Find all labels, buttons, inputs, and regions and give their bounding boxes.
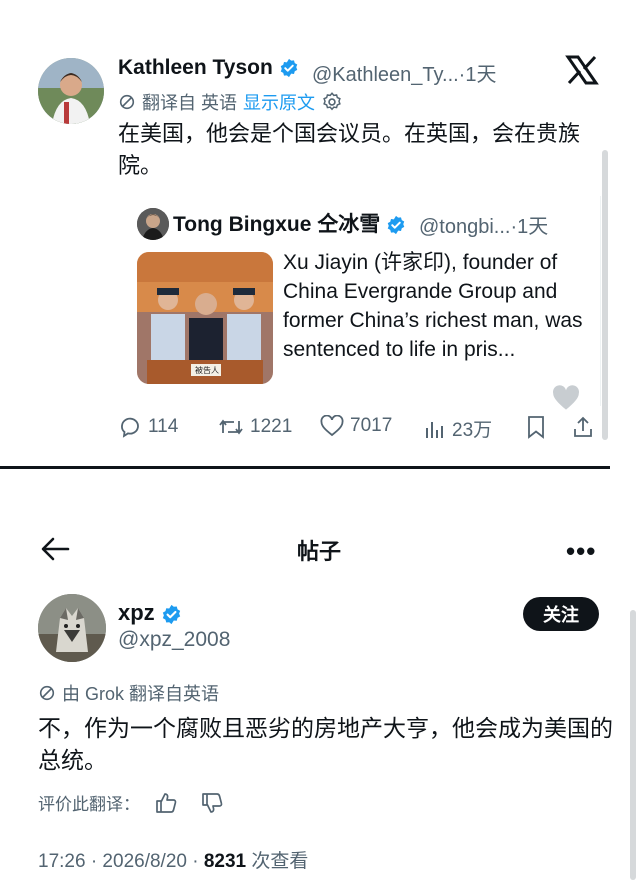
translate-label: 翻译自 英语 [142,93,238,113]
post-author-name-text: xpz [118,600,155,625]
share-button[interactable] [572,415,594,439]
post-author-handle: @xpz_2008 [118,628,231,651]
grok-translation-row: 由 Grok 翻译自英语 [38,680,219,706]
quote-author-name-text: Tong Bingxue 仝冰雪 [173,213,381,236]
quote-photo[interactable]: 被告人 [137,252,273,384]
quote-verified-badge-icon [387,216,405,235]
page-scrollbar-thumb[interactable] [630,610,636,880]
post-author-avatar[interactable] [38,594,106,662]
heart-icon [320,415,344,437]
post-text: 不，作为一个腐败且恶劣的房地产大亨，他会成为美国的总统。 [38,715,613,773]
repost-button[interactable]: 1221 [218,415,292,439]
quoted-tweet-screenshot: Kathleen Tyson @Kathleen_Ty...·1天 翻译自 英语… [0,0,610,469]
translate-icon [119,94,135,110]
bookmark-icon [528,416,544,439]
x-logo-icon[interactable] [565,55,599,85]
more-options-button[interactable]: ••• [566,536,596,567]
rate-label: 评价此翻译： [38,795,140,814]
repost-icon [219,419,243,435]
tweet-text: 在美国，他会是个国会议员。在英国，会在贵族院。 [118,121,581,178]
rate-translation-row: 评价此翻译： [38,790,224,815]
action-bar: 114 1221 7017 23万 [118,415,608,451]
post-author-name[interactable]: xpz [118,600,182,626]
post-timestamp: 17:26 · 2026/8/20 · [38,851,204,872]
views-button[interactable]: 23万 [424,415,492,442]
share-icon [574,416,592,437]
views-count: 23万 [452,420,493,441]
author-name-text: Kathleen Tyson [118,56,273,79]
verified-badge-icon [280,59,297,78]
show-original-link[interactable]: 显示原文 [243,89,315,115]
quote-text: Xu Jiayin (许家印), founder of China Evergr… [283,251,583,361]
scrollbar-gap [602,60,608,155]
defendant-sign-text: 被告人 [195,366,219,375]
translate-icon [39,685,55,701]
repost-count: 1221 [250,416,293,437]
thumbs-up-icon[interactable] [154,791,178,815]
thumbs-down-icon[interactable] [200,791,224,815]
follow-button[interactable]: 关注 [523,597,599,631]
view-count: 8231 [203,851,247,872]
reply-button[interactable]: 114 [118,415,178,439]
scrollbar-thumb[interactable] [602,150,608,440]
quoted-tweet-card[interactable]: Tong Bingxue 仝冰雪 @tongbi...·1天 被告人 Xu Ji… [125,196,601,406]
page-title: 帖子 [296,539,341,564]
quote-author-handle-time: @tongbi...·1天 [419,216,549,238]
author-handle-time: @Kathleen_Ty...·1天 [312,64,497,86]
like-count: 7017 [350,415,393,436]
translation-row: 翻译自 英语 显示原文 [118,89,343,115]
post-meta: 17:26 · 2026/8/20 · 8231 次查看 [38,846,308,873]
analytics-icon [426,421,443,438]
like-button[interactable]: 7017 [320,415,392,437]
author-name[interactable]: Kathleen Tyson [118,56,299,80]
author-avatar[interactable] [38,58,104,124]
reply-count: 114 [148,416,179,437]
reply-icon [121,417,139,438]
floating-heart-icon [552,385,580,411]
bookmark-button[interactable] [526,415,546,439]
quote-author-avatar [137,208,169,240]
quote-author-name: Tong Bingxue 仝冰雪 [173,208,406,238]
view-count-label: 次查看 [246,851,309,872]
post-verified-badge-icon [162,604,180,624]
settings-gear-icon[interactable] [321,91,343,113]
grok-translate-label: 由 Grok 翻译自英语 [62,684,220,704]
